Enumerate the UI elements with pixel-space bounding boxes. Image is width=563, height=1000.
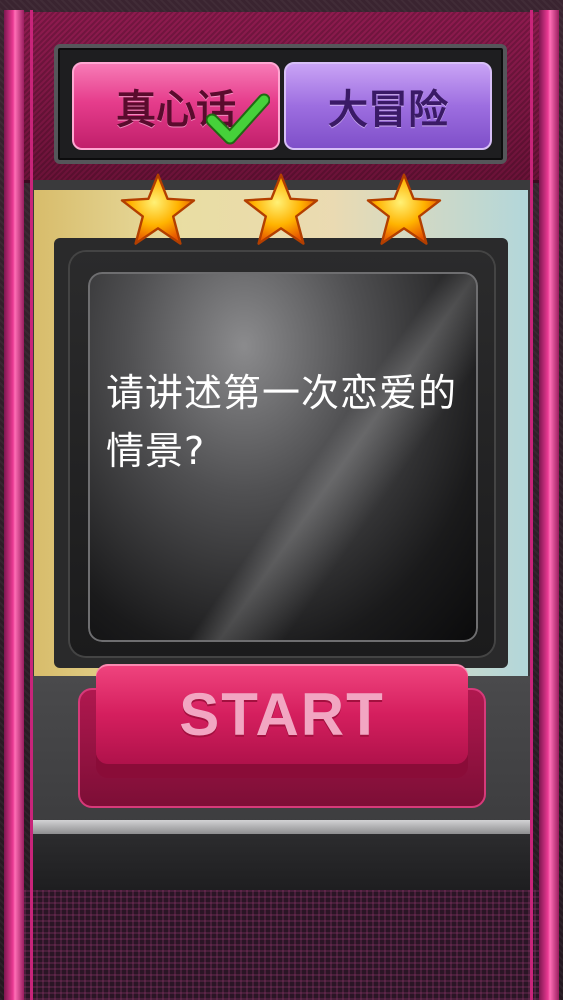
star-icon	[120, 173, 196, 245]
floor-grille	[24, 890, 539, 1000]
star-icon	[243, 173, 319, 245]
mode-tab-frame: 真心话 大冒险	[54, 44, 507, 164]
right-rail-line	[530, 10, 533, 1000]
check-icon	[206, 93, 270, 145]
tab-dare[interactable]: 大冒险	[284, 62, 492, 150]
question-screen: 请讲述第一次恋爱的情景?	[88, 272, 478, 642]
tab-dare-label: 大冒险	[328, 87, 448, 133]
star-icon	[366, 173, 442, 245]
base-panel	[32, 834, 530, 890]
question-text: 请讲述第一次恋爱的情景?	[106, 371, 458, 473]
left-rail	[4, 10, 24, 1000]
game-machine: 真心话 大冒险 请讲述第一次恋爱的情景? START	[0, 0, 563, 1000]
left-rail-line	[30, 10, 33, 1000]
shelf-edge	[32, 820, 530, 834]
right-rail	[539, 10, 559, 1000]
start-button[interactable]: START	[96, 664, 468, 764]
